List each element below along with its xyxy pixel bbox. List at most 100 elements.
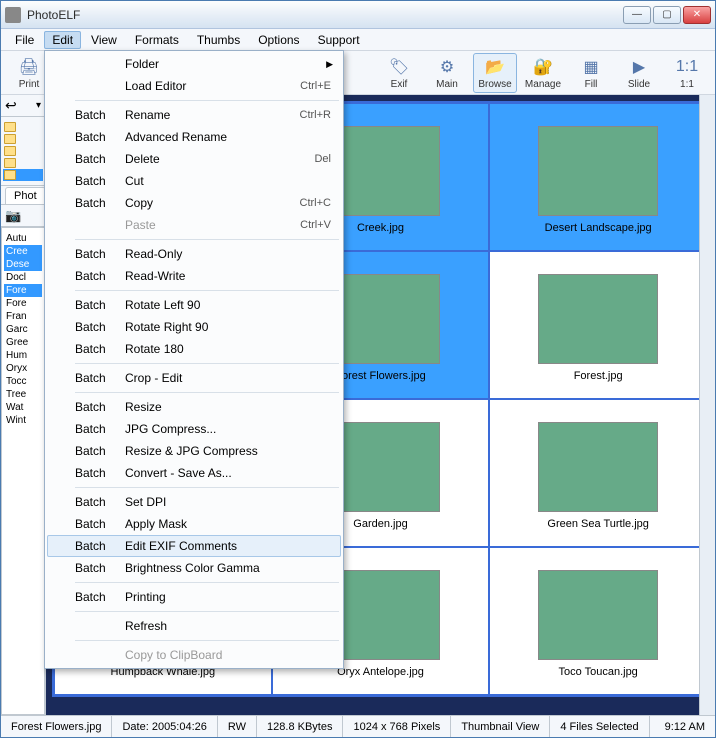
tree-row[interactable]	[3, 169, 43, 181]
menu-item-rotate-180[interactable]: BatchRotate 180	[47, 338, 341, 360]
list-item[interactable]: Wint	[4, 414, 42, 427]
browse-icon: 📂	[484, 56, 506, 78]
menu-item-copy[interactable]: BatchCopyCtrl+C	[47, 192, 341, 214]
vertical-scrollbar[interactable]	[699, 95, 715, 715]
folder-icon	[4, 158, 16, 168]
tree-row[interactable]	[3, 145, 43, 157]
thumbnail-image	[538, 274, 658, 364]
tool-exif[interactable]: 🏷Exif	[377, 53, 421, 93]
menu-view[interactable]: View	[83, 31, 125, 49]
list-item[interactable]: Oryx	[4, 362, 42, 375]
menu-item-rotate-right-90[interactable]: BatchRotate Right 90	[47, 316, 341, 338]
status-date: Date: 2005:04:26	[112, 716, 217, 737]
menu-item-copy-to-clipboard: Copy to ClipBoard	[47, 644, 341, 666]
menu-item-convert-save-as-[interactable]: BatchConvert - Save As...	[47, 462, 341, 484]
list-item[interactable]: Tocc	[4, 375, 42, 388]
menu-item-brightness-color-gamma[interactable]: BatchBrightness Color Gamma	[47, 557, 341, 579]
print-icon: 🖨	[18, 56, 40, 78]
menu-support[interactable]: Support	[310, 31, 368, 49]
menu-item-delete[interactable]: BatchDeleteDel	[47, 148, 341, 170]
list-item[interactable]: Hum	[4, 349, 42, 362]
list-item[interactable]: Tree	[4, 388, 42, 401]
menu-item-jpg-compress-[interactable]: BatchJPG Compress...	[47, 418, 341, 440]
menu-file[interactable]: File	[7, 31, 42, 49]
tree-row[interactable]	[3, 157, 43, 169]
tool-fill[interactable]: ▦Fill	[569, 53, 613, 93]
menubar: FileEditViewFormatsThumbsOptionsSupport	[1, 29, 715, 51]
status-dims: 1024 x 768 Pixels	[343, 716, 451, 737]
window-title: PhotoELF	[27, 8, 623, 22]
thumbnail-cell[interactable]: Green Sea Turtle.jpg	[489, 399, 707, 547]
back-icon[interactable]: ↩	[5, 97, 17, 114]
menu-separator	[75, 582, 339, 583]
file-list[interactable]: AutuCreeDeseDoclForeForeFranGarcGreeHumO…	[1, 227, 45, 715]
1:1-icon: 1:1	[676, 56, 698, 78]
maximize-button[interactable]: ▢	[653, 6, 681, 24]
thumbnail-caption: Oryx Antelope.jpg	[337, 666, 424, 678]
menu-item-printing[interactable]: BatchPrinting	[47, 586, 341, 608]
thumbnail-cell[interactable]: Desert Landscape.jpg	[489, 103, 707, 251]
menu-item-read-only[interactable]: BatchRead-Only	[47, 243, 341, 265]
status-sel: 4 Files Selected	[550, 716, 649, 737]
close-button[interactable]: ✕	[683, 6, 711, 24]
menu-item-load-editor[interactable]: Load EditorCtrl+E	[47, 75, 341, 97]
menu-options[interactable]: Options	[250, 31, 307, 49]
menu-formats[interactable]: Formats	[127, 31, 187, 49]
menu-item-crop-edit[interactable]: BatchCrop - Edit	[47, 367, 341, 389]
menu-item-read-write[interactable]: BatchRead-Write	[47, 265, 341, 287]
thumbnail-image	[538, 570, 658, 660]
tool-slide[interactable]: ▶Slide	[617, 53, 661, 93]
folder-icon	[4, 170, 16, 180]
menu-edit[interactable]: Edit	[44, 31, 81, 49]
tool-browse[interactable]: 📂Browse	[473, 53, 517, 93]
tool-main[interactable]: ⚙Main	[425, 53, 469, 93]
window-buttons: — ▢ ✕	[623, 6, 711, 24]
menu-item-apply-mask[interactable]: BatchApply Mask	[47, 513, 341, 535]
list-item[interactable]: Docl	[4, 271, 42, 284]
tree-row[interactable]	[3, 121, 43, 133]
thumbnail-image	[538, 422, 658, 512]
menu-item-rename[interactable]: BatchRenameCtrl+R	[47, 104, 341, 126]
menu-item-paste: PasteCtrl+V	[47, 214, 341, 236]
sidebar-tab[interactable]: Phot	[5, 187, 46, 204]
folder-icon	[4, 146, 16, 156]
titlebar: PhotoELF — ▢ ✕	[1, 1, 715, 29]
list-item[interactable]: Cree	[4, 245, 42, 258]
folder-icon	[4, 122, 16, 132]
thumbnail-cell[interactable]: Toco Toucan.jpg	[489, 547, 707, 695]
menu-item-folder[interactable]: Folder▶	[47, 53, 341, 75]
menu-separator	[75, 100, 339, 101]
menu-item-set-dpi[interactable]: BatchSet DPI	[47, 491, 341, 513]
thumbnail-caption: Forest Flowers.jpg	[335, 370, 425, 382]
folder-tree[interactable]	[1, 117, 45, 185]
thumbnail-cell[interactable]: Forest.jpg	[489, 251, 707, 399]
menu-separator	[75, 640, 339, 641]
list-item[interactable]: Fran	[4, 310, 42, 323]
list-item[interactable]: Fore	[4, 284, 42, 297]
list-item[interactable]: Fore	[4, 297, 42, 310]
fill-icon: ▦	[580, 56, 602, 78]
camera-icon[interactable]: 📷	[5, 208, 21, 224]
list-item[interactable]: Autu	[4, 232, 42, 245]
menu-item-resize[interactable]: BatchResize	[47, 396, 341, 418]
list-item[interactable]: Dese	[4, 258, 42, 271]
menu-item-rotate-left-90[interactable]: BatchRotate Left 90	[47, 294, 341, 316]
statusbar: Forest Flowers.jpg Date: 2005:04:26 RW 1…	[1, 715, 715, 737]
menu-item-resize-jpg-compress[interactable]: BatchResize & JPG Compress	[47, 440, 341, 462]
menu-item-edit-exif-comments[interactable]: BatchEdit EXIF Comments	[47, 535, 341, 557]
status-view: Thumbnail View	[451, 716, 550, 737]
menu-thumbs[interactable]: Thumbs	[189, 31, 248, 49]
dropdown-icon[interactable]: ▾	[36, 100, 41, 111]
menu-item-cut[interactable]: BatchCut	[47, 170, 341, 192]
slide-icon: ▶	[628, 56, 650, 78]
list-item[interactable]: Garc	[4, 323, 42, 336]
menu-item-advanced-rename[interactable]: BatchAdvanced Rename	[47, 126, 341, 148]
tree-row[interactable]	[3, 133, 43, 145]
tool-11[interactable]: 1:11:1	[665, 53, 709, 93]
menu-item-refresh[interactable]: Refresh	[47, 615, 341, 637]
minimize-button[interactable]: —	[623, 6, 651, 24]
tool-manage[interactable]: 🔐Manage	[521, 53, 565, 93]
list-item[interactable]: Wat	[4, 401, 42, 414]
status-size: 128.8 KBytes	[257, 716, 343, 737]
list-item[interactable]: Gree	[4, 336, 42, 349]
